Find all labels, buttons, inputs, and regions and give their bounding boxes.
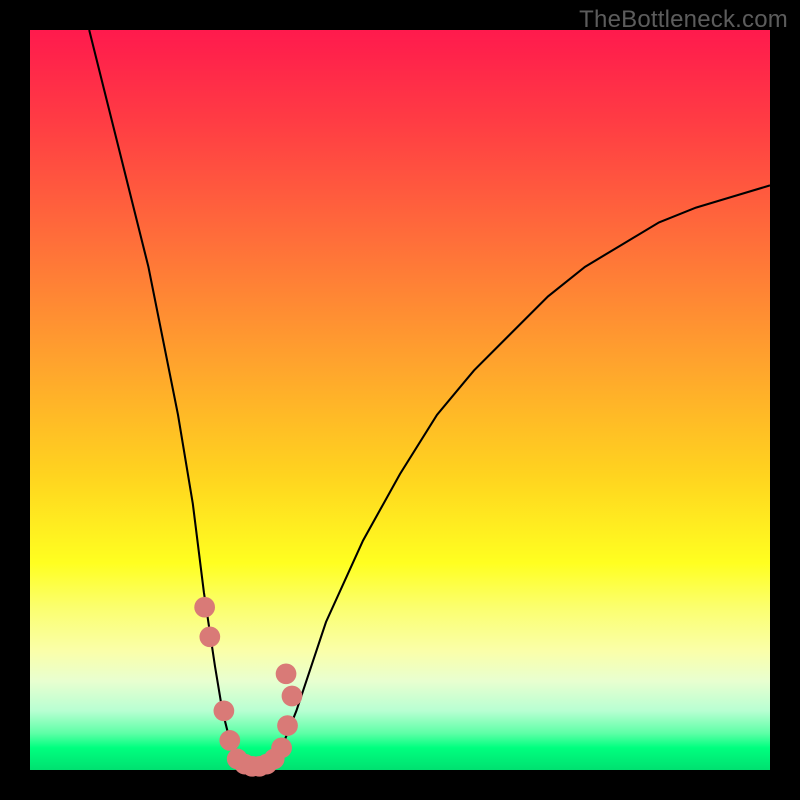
bottleneck-curve-svg — [30, 30, 770, 770]
bottleneck-curve-path — [89, 30, 770, 770]
gradient-plot-area — [30, 30, 770, 770]
watermark-text: TheBottleneck.com — [579, 6, 788, 34]
highlight-marker — [194, 597, 215, 618]
highlight-marker — [219, 730, 240, 751]
highlight-marker — [199, 626, 220, 647]
highlight-marker — [282, 686, 303, 707]
highlight-markers — [194, 597, 302, 777]
highlight-marker — [276, 663, 297, 684]
highlight-marker — [214, 700, 235, 721]
highlight-marker — [271, 737, 292, 758]
highlight-marker — [277, 715, 298, 736]
outer-frame: TheBottleneck.com — [0, 0, 800, 800]
